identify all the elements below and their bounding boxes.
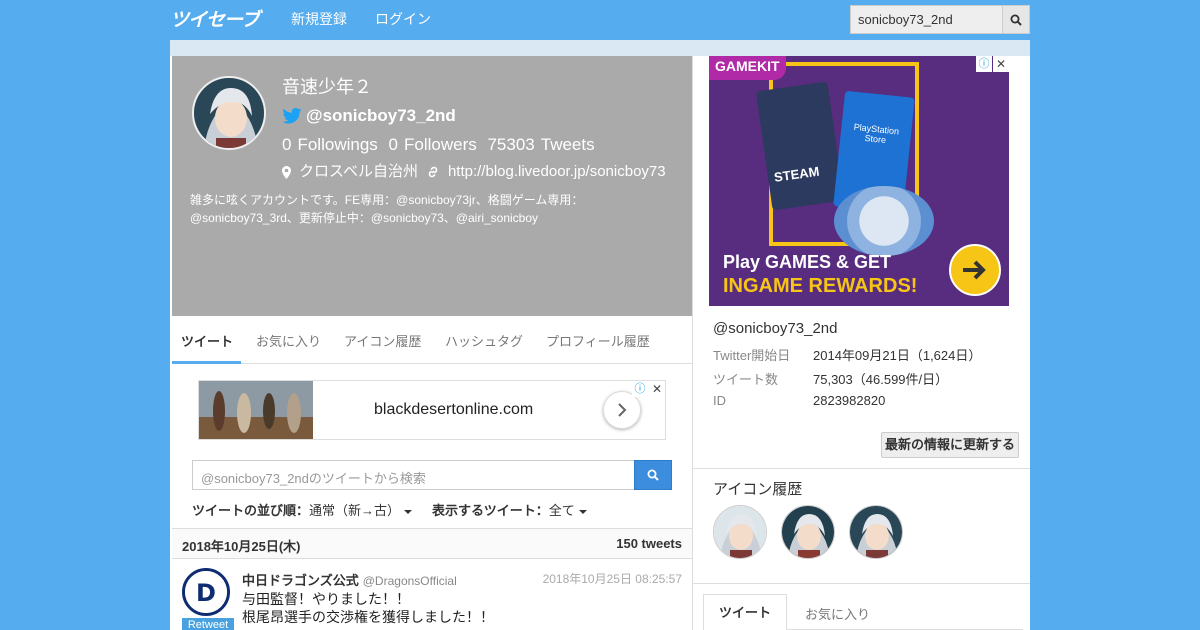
sort-order-value: 通常（新→古） <box>309 503 401 518</box>
refresh-info-button[interactable]: 最新の情報に更新する <box>881 432 1019 458</box>
date-header-count: 150 tweets <box>616 536 682 551</box>
search-icon <box>647 469 659 481</box>
icon-history-item[interactable] <box>713 505 767 559</box>
tweet-author-name: 中日ドラゴンズ公式 <box>242 573 359 588</box>
tweets-label: Tweets <box>540 135 595 154</box>
sort-order-label: ツイートの並び順： <box>192 503 310 518</box>
nav-login-link[interactable]: ログイン <box>375 11 431 29</box>
tweet-line: 与田監督！やりました！！ <box>242 591 410 607</box>
ad-close-icon[interactable]: ✕ <box>993 56 1009 72</box>
link-icon <box>428 166 438 178</box>
tweet-author-handle: @DragonsOfficial <box>362 574 457 588</box>
chevron-right-icon <box>618 403 627 417</box>
caret-down-icon <box>404 509 413 514</box>
profile-url-link[interactable]: http://blog.livedoor.jp/sonicboy73 <box>448 162 666 182</box>
info-key: Twitter開始日 <box>713 348 791 363</box>
tweet-timestamp[interactable]: 2018年10月25日 08:25:57 <box>543 570 682 587</box>
tweet-search-button[interactable] <box>634 460 672 490</box>
ad-close-icon[interactable]: ✕ <box>649 381 665 397</box>
icon-history-item[interactable] <box>849 505 903 559</box>
info-value: 75,303（46.599件/日） <box>813 372 949 387</box>
info-value: 2014年09月21日（1,624日） <box>813 348 982 363</box>
tweet-search-input[interactable]: @sonicboy73_2ndのツイートから検索 <box>192 460 635 490</box>
active-tab-indicator <box>172 361 241 364</box>
ad-subheadline: INGAME REWARDS! <box>723 275 918 297</box>
ad-cta-button[interactable] <box>949 244 1001 296</box>
divider <box>693 468 1030 469</box>
profile-stats: 0 Followings 0 Followers 75303 Tweets <box>282 134 601 156</box>
tweet-body: 与田監督！やりました！！ 根尾昂選手の交渉権を獲得しました！！ <box>242 590 682 626</box>
search-icon <box>1010 14 1022 26</box>
info-value: 2823982820 <box>813 393 886 408</box>
ad-banner-text: blackdesertonline.com <box>374 401 534 418</box>
profile-meta: クロスベル自治州 http://blog.livedoor.jp/sonicbo… <box>282 162 666 182</box>
profile-handle-text: @sonicboy73_2nd <box>306 106 456 125</box>
sort-order-dropdown[interactable]: ツイートの並び順：通常（新→古） <box>192 500 413 519</box>
followings-count: 0 <box>282 135 292 154</box>
tweet-filter-label: 表示するツイート： <box>432 503 549 518</box>
ad-coins-image <box>834 186 934 256</box>
tweets-count: 75303 <box>487 135 535 154</box>
followings-label: Followings <box>297 135 378 154</box>
ad-banner[interactable]: blackdesertonline.com ⓘ ✕ <box>198 380 666 440</box>
tweet-filter-dropdown[interactable]: 表示するツイート：全て <box>432 500 587 519</box>
profile-location: クロスベル自治州 <box>299 163 418 180</box>
date-header: 2018年10月25日(木) 150 tweets <box>172 528 692 559</box>
side-info-table: Twitter開始日 2014年09月21日（1,624日） ツイート数 75,30… <box>713 345 1013 417</box>
tab-hashtags[interactable]: ハッシュタグ <box>445 331 523 350</box>
location-pin-icon <box>282 165 291 179</box>
site-logo[interactable]: ツイセーブ <box>170 6 260 34</box>
icon-history-title: アイコン履歴 <box>713 481 803 498</box>
profile-avatar <box>192 76 266 150</box>
info-row: ツイート数 75,303（46.599件/日） <box>713 369 1013 393</box>
top-navbar: ツイセーブ 新規登録 ログイン sonicboy73_2nd <box>0 0 1200 40</box>
sort-options: ツイートの並び順：通常（新→古） 表示するツイート：全て <box>192 500 587 519</box>
profile-tabs: ツイート お気に入り アイコン履歴 ハッシュタグ プロフィール履歴 <box>172 316 692 364</box>
tab-icon-history[interactable]: アイコン履歴 <box>344 331 421 350</box>
ad-info-icon[interactable]: ⓘ <box>976 56 992 72</box>
retweet-badge: Retweet <box>182 618 234 630</box>
tab-profile-history[interactable]: プロフィール履歴 <box>546 331 650 350</box>
column-divider <box>692 56 693 630</box>
side-tab-tweets[interactable]: ツイート <box>703 594 787 630</box>
main-container: 音速少年２ @sonicboy73_2nd 0 Followings 0 Follo… <box>170 40 1030 630</box>
info-row: Twitter開始日 2014年09月21日（1,624日） <box>713 345 1013 369</box>
user-search-input[interactable]: sonicboy73_2nd <box>850 5 1002 34</box>
svg-text:D: D <box>196 579 216 607</box>
icon-history-list <box>713 505 903 559</box>
ad-brand-logo: GAMEKIT <box>709 56 786 80</box>
ad-info-icon[interactable]: ⓘ <box>632 381 648 397</box>
tweet-avatar[interactable]: D <box>182 568 230 616</box>
tweet-author[interactable]: 中日ドラゴンズ公式 @DragonsOfficial <box>242 570 457 589</box>
side-ad[interactable]: STEAM PlayStation Store GAMEKIT Play GAM… <box>709 56 1009 306</box>
profile-bio: 雑多に呟くアカウントです。FE専用：@sonicboy73jr、格闘ゲーム専用：… <box>190 193 584 225</box>
side-handle: @sonicboy73_2nd <box>713 320 838 337</box>
info-key: ツイート数 <box>713 372 779 387</box>
icon-history-item[interactable] <box>781 505 835 559</box>
divider <box>693 583 1030 584</box>
side-tab-favorites[interactable]: お気に入り <box>805 604 870 623</box>
profile-name: 音速少年２ <box>282 77 372 97</box>
followers-label: Followers <box>403 135 477 154</box>
twitter-bird-icon <box>282 108 302 124</box>
tweet-item: D Retweet 中日ドラゴンズ公式 @DragonsOfficial 2018… <box>172 560 692 630</box>
date-header-date: 2018年10月25日(木) <box>182 539 301 554</box>
tab-tweets[interactable]: ツイート <box>181 331 233 350</box>
followers-count: 0 <box>388 135 398 154</box>
tweet-line: 根尾昂選手の交渉権を獲得しました！！ <box>242 609 494 625</box>
tab-favorites[interactable]: お気に入り <box>256 331 321 350</box>
top-strip <box>170 40 1030 56</box>
profile-header: 音速少年２ @sonicboy73_2nd 0 Followings 0 Follo… <box>172 56 692 316</box>
info-row: ID 2823982820 <box>713 393 1013 417</box>
arrow-right-icon <box>963 260 986 280</box>
search-button[interactable] <box>1002 5 1030 34</box>
side-tabs: ツイート お気に入り <box>703 594 1023 630</box>
nav-register-link[interactable]: 新規登録 <box>291 11 347 29</box>
tweet-filter-value: 全て <box>548 503 575 518</box>
info-key: ID <box>713 393 726 408</box>
ad-banner-image <box>199 381 313 439</box>
caret-down-icon <box>578 509 587 514</box>
profile-handle[interactable]: @sonicboy73_2nd <box>282 105 456 127</box>
ad-headline: Play GAMES & GET <box>723 252 892 272</box>
